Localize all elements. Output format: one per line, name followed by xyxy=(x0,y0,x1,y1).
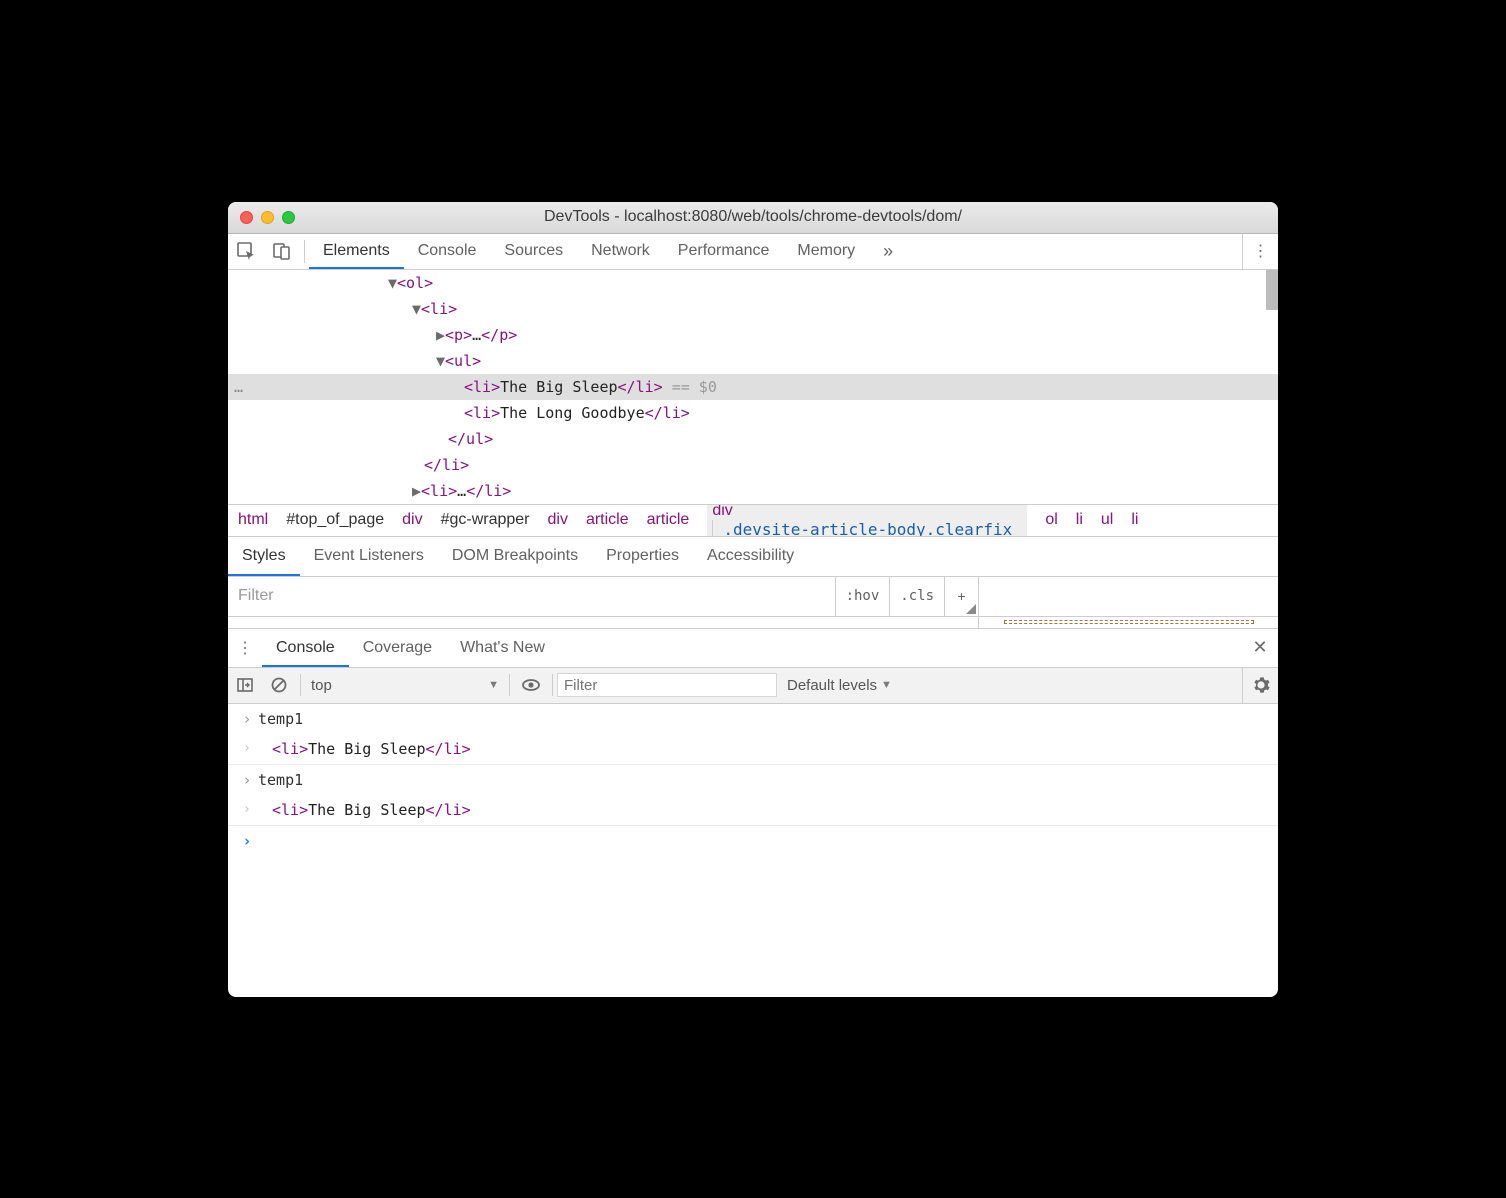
console-input-text: temp1 xyxy=(258,704,303,734)
main-menu-button[interactable]: ⋮ xyxy=(1242,234,1278,269)
console-prompt[interactable]: › xyxy=(228,826,1278,856)
output-marker-icon: ‹ xyxy=(236,795,258,825)
tab-network[interactable]: Network xyxy=(577,234,664,269)
toggle-hov-button[interactable]: :hov xyxy=(835,577,890,616)
breadcrumb-item[interactable]: article xyxy=(586,511,629,529)
drawer-close-button[interactable]: ✕ xyxy=(1242,629,1278,667)
dom-node[interactable]: ▶<li>…</li> xyxy=(228,478,1278,504)
console-sidebar-toggle-icon[interactable] xyxy=(228,676,262,694)
dom-node[interactable]: ▼<ol> xyxy=(228,270,1278,296)
styles-tabbar: Styles Event Listeners DOM Breakpoints P… xyxy=(228,536,1278,576)
live-expression-icon[interactable] xyxy=(514,675,548,695)
dom-node[interactable]: ▶<p>…</p> xyxy=(228,322,1278,348)
drawer-tab-console[interactable]: Console xyxy=(262,629,349,667)
styles-toolbar: :hov .cls + xyxy=(228,576,1278,616)
drawer-menu-button[interactable]: ⋮ xyxy=(228,629,262,667)
dom-node[interactable]: </li> xyxy=(228,452,1278,478)
window-controls xyxy=(240,211,295,224)
styles-filter-input[interactable] xyxy=(228,577,835,616)
dom-node[interactable]: <li>The Big Sleep</li> == $0 xyxy=(228,374,1278,400)
scrollbar-thumb[interactable] xyxy=(1266,270,1278,310)
styles-tab-eventlisteners[interactable]: Event Listeners xyxy=(300,537,438,576)
prompt-ready-icon: › xyxy=(236,826,258,856)
tab-memory[interactable]: Memory xyxy=(783,234,869,269)
minimize-window-button[interactable] xyxy=(261,211,274,224)
tab-console[interactable]: Console xyxy=(404,234,491,269)
console-settings-icon[interactable] xyxy=(1242,668,1278,703)
breadcrumb-item[interactable]: ol xyxy=(1045,511,1057,529)
execution-context-selector[interactable]: top ▼ xyxy=(305,677,505,694)
tab-sources[interactable]: Sources xyxy=(490,234,577,269)
styles-tab-dombreakpoints[interactable]: DOM Breakpoints xyxy=(438,537,592,576)
devtools-window: DevTools - localhost:8080/web/tools/chro… xyxy=(228,202,1278,997)
add-style-rule-button[interactable]: + xyxy=(944,577,978,616)
log-levels-label: Default levels xyxy=(787,677,877,694)
console-input-text: temp1 xyxy=(258,765,303,795)
device-toolbar-icon[interactable] xyxy=(264,234,300,269)
dom-node[interactable]: </ul> xyxy=(228,426,1278,452)
styles-tab-styles[interactable]: Styles xyxy=(228,537,300,576)
breadcrumb-item[interactable]: div.devsite-article-body.clearfix xyxy=(707,504,1027,536)
console-filter-input[interactable] xyxy=(557,673,777,697)
dom-tree[interactable]: ▼<ol>▼<li>▶<p>…</p>▼<ul><li>The Big Slee… xyxy=(228,270,1278,504)
clear-console-icon[interactable] xyxy=(262,676,296,694)
console-toolbar: top ▼ Default levels ▼ xyxy=(228,668,1278,704)
console-output-node[interactable]: <li>The Big Sleep</li> xyxy=(258,734,471,764)
breadcrumb-item[interactable]: ul xyxy=(1101,511,1113,529)
drawer-tab-coverage[interactable]: Coverage xyxy=(349,629,446,667)
log-levels-selector[interactable]: Default levels ▼ xyxy=(777,677,902,694)
dom-node[interactable]: ▼<li> xyxy=(228,296,1278,322)
styles-body xyxy=(228,616,1278,628)
zoom-window-button[interactable] xyxy=(282,211,295,224)
console-output[interactable]: ›temp1‹<li>The Big Sleep</li>›temp1‹<li>… xyxy=(228,704,1278,997)
dom-node[interactable]: ▼<ul> xyxy=(228,348,1278,374)
box-model-preview xyxy=(1004,620,1254,624)
breadcrumb-item[interactable]: div xyxy=(402,511,422,529)
titlebar: DevTools - localhost:8080/web/tools/chro… xyxy=(228,202,1278,234)
dom-breadcrumbs[interactable]: html #top_of_page div #gc-wrapper div article… xyxy=(228,504,1278,536)
execution-context-label: top xyxy=(311,677,332,694)
divider xyxy=(304,240,305,263)
window-title: DevTools - localhost:8080/web/tools/chro… xyxy=(228,208,1278,226)
close-window-button[interactable] xyxy=(240,211,253,224)
drawer-tabbar: ⋮ Console Coverage What's New ✕ xyxy=(228,628,1278,668)
styles-tab-accessibility[interactable]: Accessibility xyxy=(693,537,808,576)
breadcrumb-item[interactable]: div xyxy=(548,511,568,529)
input-marker-icon: › xyxy=(236,765,258,795)
chevron-down-icon: ▼ xyxy=(881,679,892,691)
breadcrumb-item[interactable]: html xyxy=(238,511,268,529)
toggle-cls-button[interactable]: .cls xyxy=(889,577,944,616)
main-tabbar: Elements Console Sources Network Perform… xyxy=(228,234,1278,270)
dom-node[interactable]: <li>The Long Goodbye</li> xyxy=(228,400,1278,426)
console-entry: ›temp1‹<li>The Big Sleep</li> xyxy=(228,765,1278,826)
breadcrumb-item[interactable]: #top_of_page xyxy=(286,511,384,529)
drawer-tab-whatsnew[interactable]: What's New xyxy=(446,629,559,667)
styles-tab-properties[interactable]: Properties xyxy=(592,537,693,576)
console-entry: ›temp1‹<li>The Big Sleep</li> xyxy=(228,704,1278,765)
console-output-node[interactable]: <li>The Big Sleep</li> xyxy=(258,795,471,825)
output-marker-icon: ‹ xyxy=(236,734,258,764)
breadcrumb-item[interactable]: article xyxy=(647,511,690,529)
breadcrumb-item[interactable]: li xyxy=(1131,511,1138,529)
chevron-down-icon: ▼ xyxy=(488,679,499,691)
tabs-overflow-button[interactable]: » xyxy=(869,234,907,269)
tab-performance[interactable]: Performance xyxy=(664,234,784,269)
breadcrumb-item[interactable]: li xyxy=(1076,511,1083,529)
breadcrumb-item[interactable]: #gc-wrapper xyxy=(441,511,530,529)
inspect-element-icon[interactable] xyxy=(228,234,264,269)
tab-elements[interactable]: Elements xyxy=(309,234,404,269)
input-marker-icon: › xyxy=(236,704,258,734)
